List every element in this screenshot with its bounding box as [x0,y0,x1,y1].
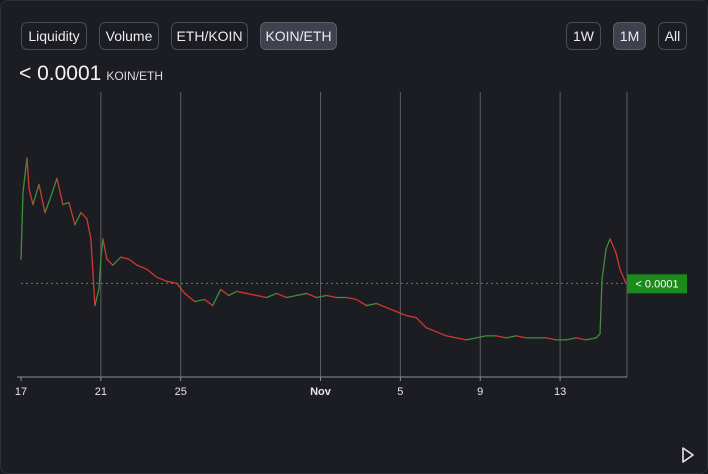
data-point [545,337,557,341]
data-point [475,335,487,339]
data-point [355,298,368,307]
data-point [601,248,607,280]
data-point [136,264,148,270]
data-point [575,337,587,341]
data-point [120,256,130,260]
data-point [22,157,28,194]
data-point [599,278,603,335]
data-point [375,302,388,309]
data-point [595,333,601,339]
data-point [325,294,338,299]
x-tick-label: Nov [310,386,332,398]
data-point [255,294,268,299]
data-point [315,294,328,299]
data-point [228,290,238,297]
data-point [285,294,298,299]
data-point [415,317,427,329]
data-point [146,268,158,278]
grid-lines [100,92,628,377]
data-point [395,310,408,317]
current-price-label: < 0.0001 [635,278,678,290]
data-point [495,335,507,339]
data-point [156,276,168,282]
x-tick-label: 21 [95,386,107,398]
data-point [515,335,527,339]
data-point [194,298,206,303]
data-point [465,337,477,341]
data-point [44,195,52,214]
x-axis: 17 21 25 Nov 5 9 13 [15,376,627,398]
data-point [365,302,378,307]
data-point [385,306,398,313]
current-price-marker: < 0.0001 [21,274,687,294]
data-point [425,327,437,333]
data-point [605,238,611,250]
series-line [20,157,627,341]
data-point [245,292,258,297]
x-tick-label: 9 [477,386,483,398]
play-icon[interactable] [681,447,695,463]
data-point [62,201,70,206]
data-point [585,337,597,341]
data-point [50,177,58,198]
data-point [38,183,46,214]
x-tick-label: 17 [15,386,27,398]
data-point [220,288,230,297]
data-point [68,201,76,226]
data-point [275,292,288,299]
data-point [86,218,92,240]
x-tick-label: 5 [397,386,403,398]
data-point [90,238,96,307]
data-point [265,292,278,299]
data-point [32,183,40,206]
data-point [609,238,617,254]
data-point [619,268,627,284]
price-chart: 17 21 25 Nov 5 9 13 < 0.0001 [15,92,687,398]
data-point [305,292,318,299]
data-point [445,335,457,339]
data-point [20,191,24,260]
data-point [128,258,138,266]
data-point [56,177,64,206]
data-point [80,211,88,220]
data-point [212,288,222,307]
data-point [565,337,577,341]
data-point [102,238,108,260]
data-point [204,298,214,307]
data-point [106,258,114,266]
data-point [345,296,358,301]
data-point [455,337,467,341]
data-point [26,157,30,190]
data-point [235,290,248,295]
data-point [28,187,34,206]
data-point [74,211,82,226]
data-point [112,256,122,266]
data-point [435,331,447,337]
data-point [94,288,100,307]
data-point [295,292,308,297]
x-tick-label: 13 [554,386,566,398]
data-point [615,252,621,270]
data-point [405,315,417,319]
data-point [505,335,517,339]
data-point [184,292,196,303]
x-tick-label: 25 [175,386,187,398]
